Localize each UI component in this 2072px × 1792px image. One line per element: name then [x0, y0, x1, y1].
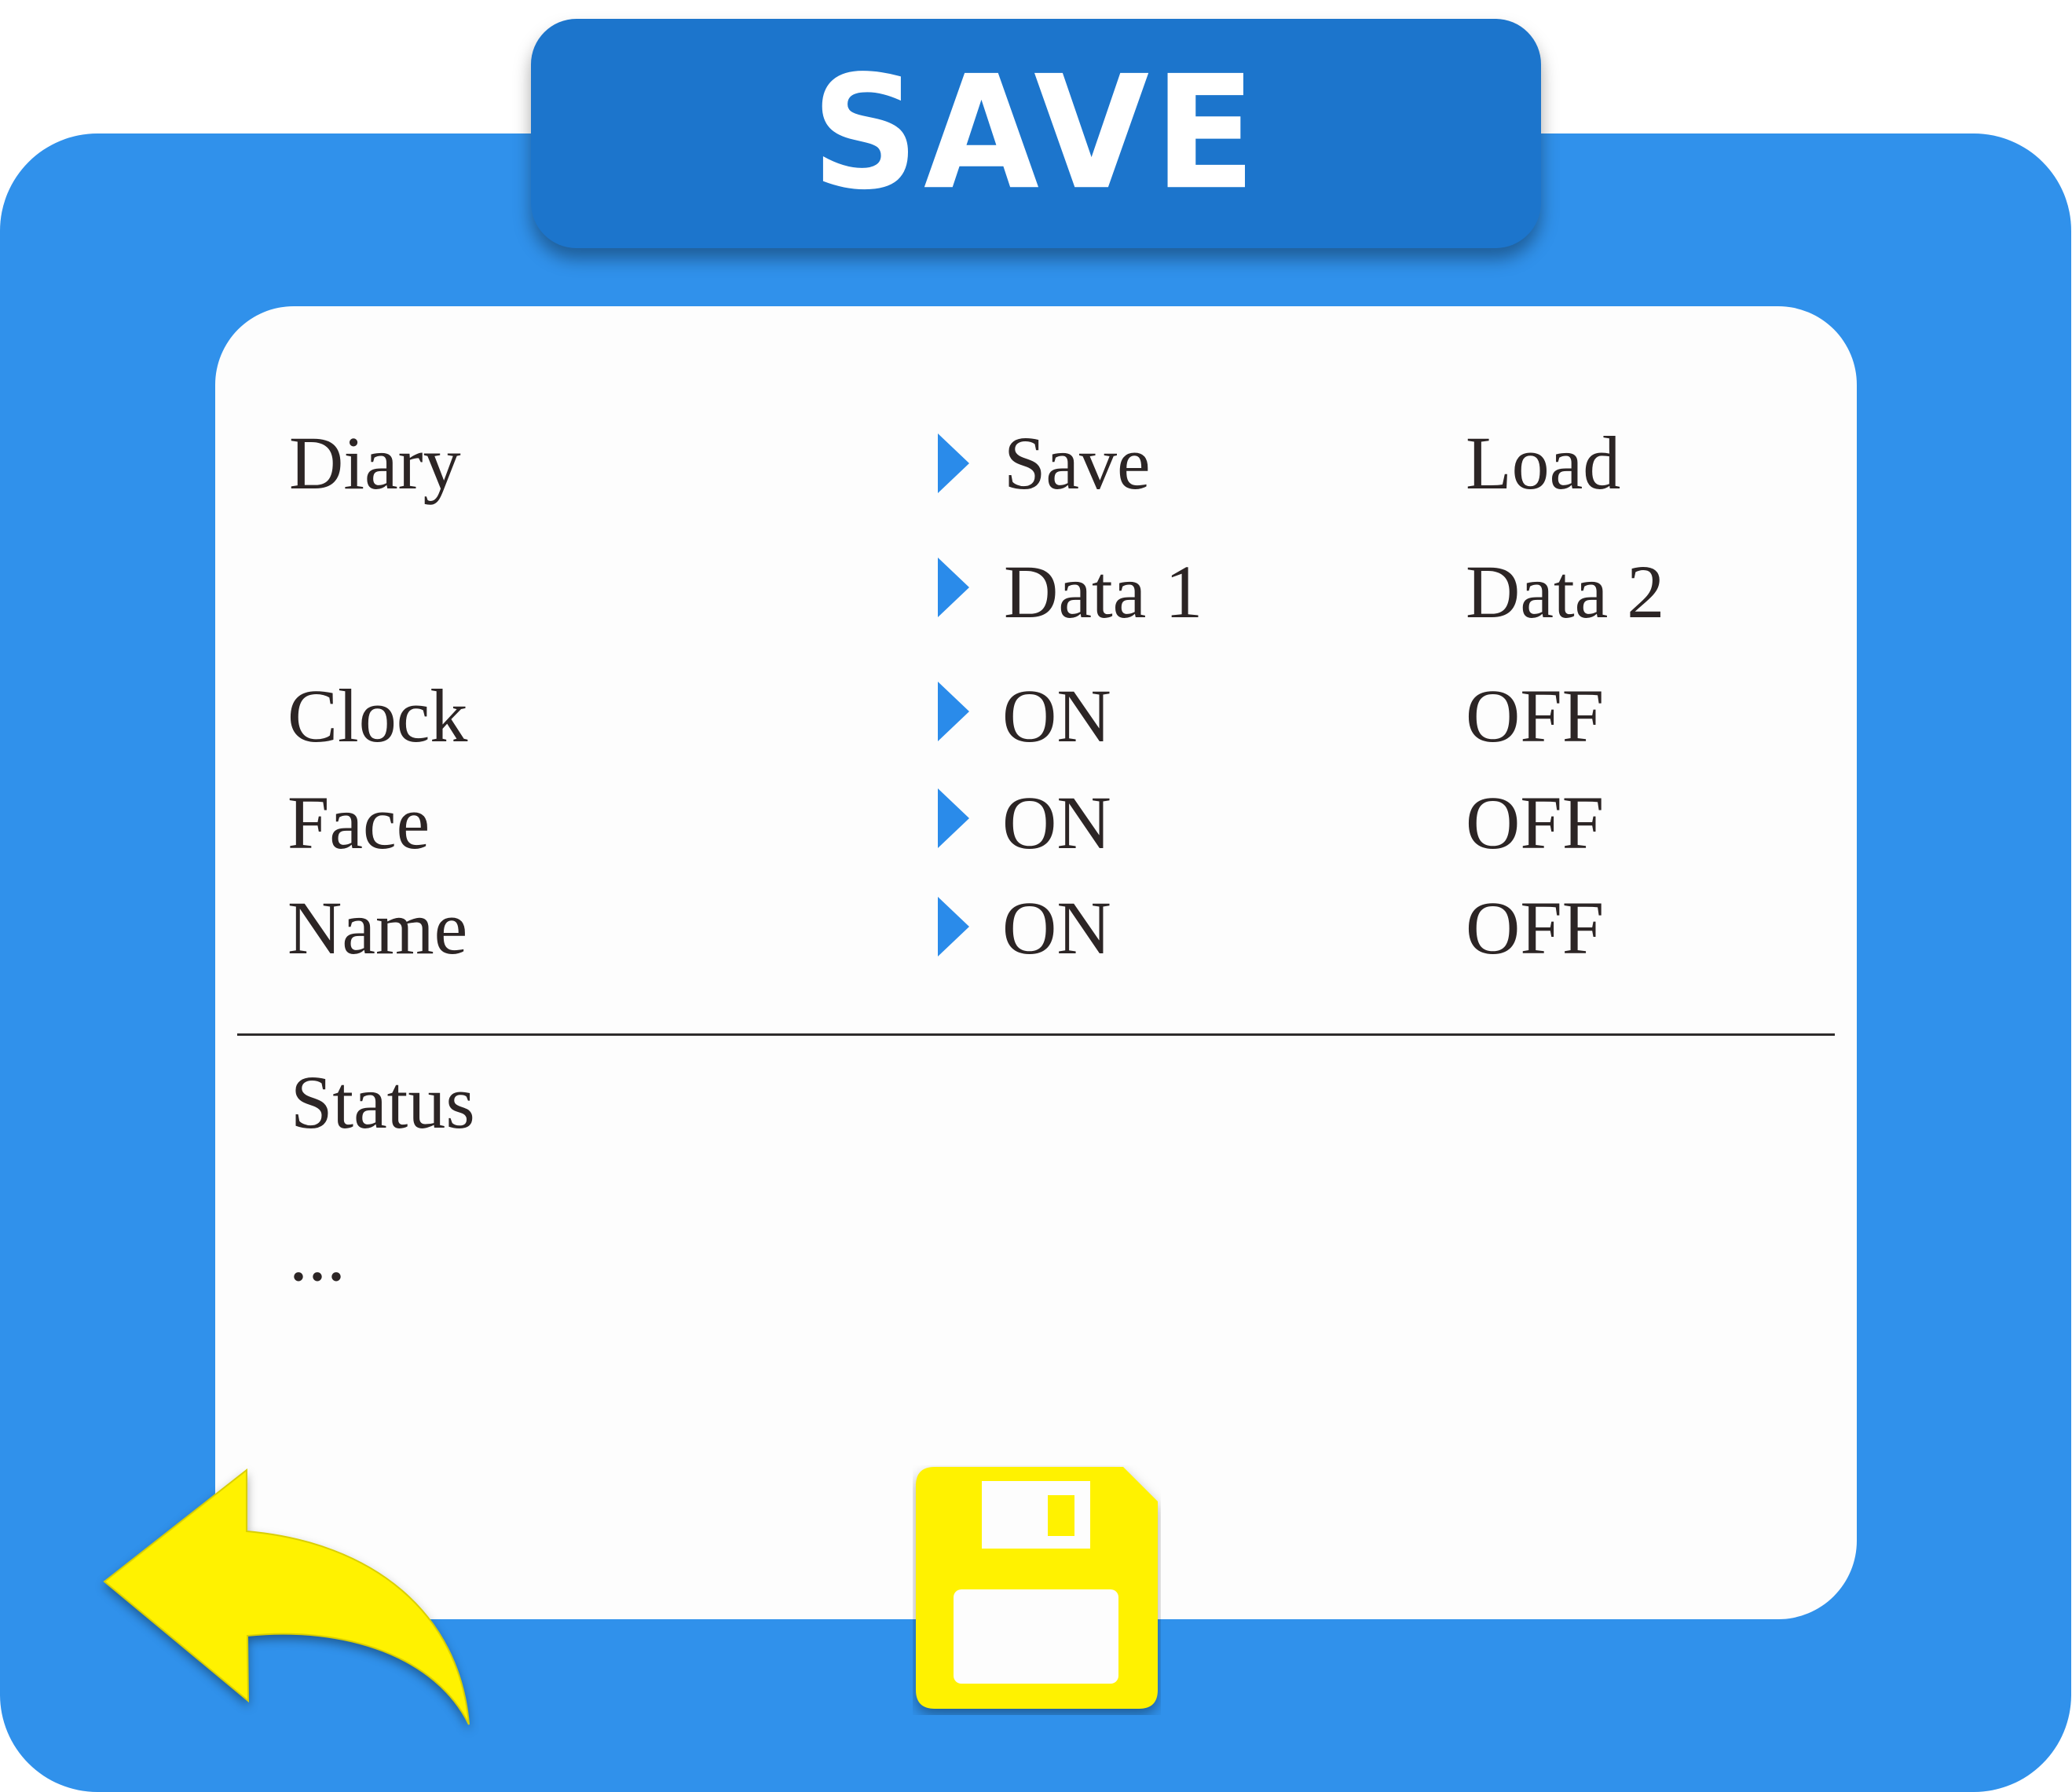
data-1-option[interactable]: Data 1: [1004, 554, 1203, 630]
name-label: Name: [287, 886, 468, 970]
back-arrow-icon[interactable]: [94, 1461, 479, 1743]
floppy-disk-icon[interactable]: [913, 1465, 1161, 1715]
status-label: Status: [291, 1060, 475, 1144]
data-2-option[interactable]: Data 2: [1466, 554, 1664, 630]
status-text: ...: [289, 1212, 346, 1296]
selection-triangle-icon: [938, 433, 969, 493]
section-divider: [237, 1033, 1835, 1036]
clock-on-option[interactable]: ON: [1002, 678, 1111, 754]
selection-triangle-icon: [938, 788, 969, 848]
title-tab: SAVE: [531, 19, 1541, 248]
diary-load-option[interactable]: Load: [1466, 426, 1620, 501]
face-off-option[interactable]: OFF: [1466, 785, 1604, 861]
page-title: SAVE: [811, 42, 1261, 225]
name-on-option[interactable]: ON: [1002, 891, 1111, 966]
selection-triangle-icon: [938, 558, 969, 617]
selection-triangle-icon: [938, 682, 969, 741]
name-off-option[interactable]: OFF: [1466, 891, 1604, 966]
diary-save-option[interactable]: Save: [1004, 426, 1151, 501]
clock-off-option[interactable]: OFF: [1466, 678, 1604, 754]
selection-triangle-icon: [938, 897, 969, 956]
face-on-option[interactable]: ON: [1002, 785, 1111, 861]
clock-label: Clock: [287, 674, 468, 758]
face-label: Face: [287, 781, 430, 865]
diary-label: Diary: [289, 421, 461, 505]
